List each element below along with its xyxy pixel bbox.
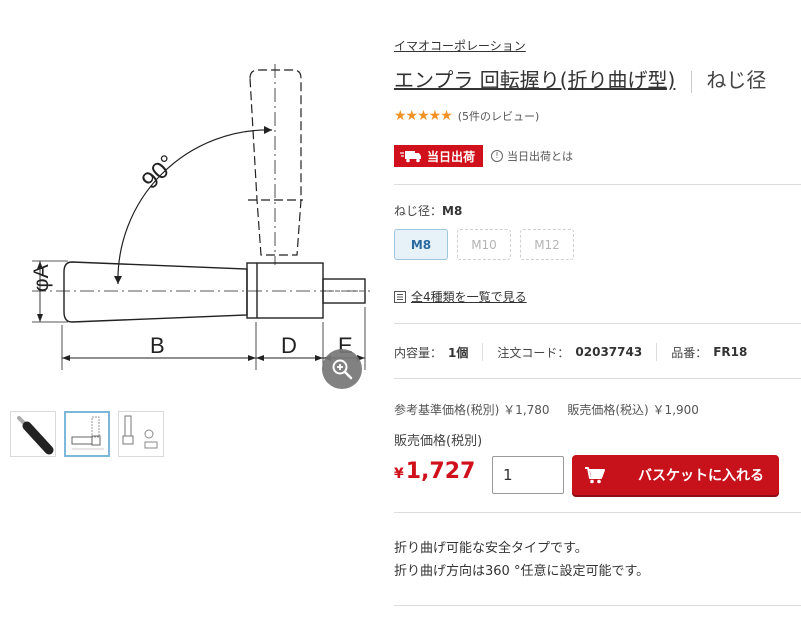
review-count: (5件のレビュー) xyxy=(457,110,540,123)
divider xyxy=(394,184,801,185)
all-types-text: 全4種類を一覧で見る xyxy=(411,290,527,304)
thumbnail-product-photo[interactable] xyxy=(10,411,56,457)
product-description: 折り曲げ可能な安全タイプです。 折り曲げ方向は360 °任意に設定可能です。 xyxy=(394,537,649,583)
size-option-m10[interactable]: M10 xyxy=(457,229,511,260)
shipping-info-link[interactable]: ! 当日出荷とは xyxy=(491,148,573,164)
thumbnail-variant-drawing[interactable] xyxy=(118,411,164,457)
title-row: エンプラ 回転握り(折り曲げ型) ねじ径 xyxy=(394,64,766,93)
shipping-info-text: 当日出荷とは xyxy=(507,150,574,163)
dim-d-label: D xyxy=(281,333,297,358)
price-value: 1,727 xyxy=(405,459,476,484)
price-currency: ¥ xyxy=(394,466,404,482)
reference-price: 参考基準価格(税別) ￥1,780 xyxy=(394,403,550,417)
cart-icon xyxy=(585,467,605,484)
shipping-row: 当日出荷 ! 当日出荷とは xyxy=(394,145,573,167)
content-label: 内容量： xyxy=(394,345,443,360)
size-label: ねじ径：M8 xyxy=(394,204,463,218)
size-current-value: M8 xyxy=(442,204,463,218)
description-line: 折り曲げ方向は360 °任意に設定可能です。 xyxy=(394,564,650,579)
maker-link[interactable]: イマオコーポレーション xyxy=(394,37,526,54)
price: ¥1,727 xyxy=(394,459,475,484)
truck-icon xyxy=(400,150,421,162)
thumbnail-dimension-drawing[interactable] xyxy=(64,411,110,457)
size-options: M8 M10 M12 xyxy=(394,229,574,260)
dim-b-label: B xyxy=(150,333,165,358)
sale-price-label: 販売価格(税別) xyxy=(394,434,483,449)
add-to-basket-label: バスケットに入れる xyxy=(638,468,764,484)
divider xyxy=(394,323,801,324)
part-number-label: 品番： xyxy=(671,345,708,360)
list-icon xyxy=(394,290,406,303)
content-value: 1個 xyxy=(448,345,469,360)
spec-row: 内容量： 1個 注文コード： 02037743 品番： FR18 xyxy=(394,343,747,361)
angle-label: 90° xyxy=(137,150,182,195)
all-types-link[interactable]: 全4種類を一覧で見る xyxy=(394,288,527,305)
thumbnail-strip xyxy=(10,411,164,457)
title-suffix: ねじ径 xyxy=(706,68,767,92)
product-info: イマオコーポレーション エンプラ 回転握り(折り曲げ型) ねじ径 ★★★★★ (5… xyxy=(394,0,801,623)
quantity-input[interactable]: 1 xyxy=(492,456,564,494)
size-option-m8[interactable]: M8 xyxy=(394,229,448,260)
zoom-in-icon xyxy=(332,359,353,380)
shipping-badge-text: 当日出荷 xyxy=(427,149,476,164)
dim-a-label: φA xyxy=(30,264,53,292)
zoom-button[interactable] xyxy=(322,349,362,389)
info-icon: ! xyxy=(491,150,504,162)
size-option-m12[interactable]: M12 xyxy=(520,229,574,260)
same-day-shipping-badge: 当日出荷 xyxy=(394,145,484,167)
product-gallery: 90° φA B D E xyxy=(0,0,380,623)
part-number-value: FR18 xyxy=(713,345,748,359)
title-divider xyxy=(691,70,693,93)
description-line: 折り曲げ可能な安全タイプです。 xyxy=(394,541,588,556)
product-title[interactable]: エンプラ 回転握り(折り曲げ型) xyxy=(394,68,675,92)
star-rating-icon: ★★★★★ xyxy=(394,108,453,124)
tax-included-price: 販売価格(税込) ￥1,900 xyxy=(567,403,699,417)
order-code-value: 02037743 xyxy=(575,345,643,359)
divider xyxy=(394,605,801,606)
divider xyxy=(394,512,801,513)
dimension-drawing: 90° φA B D E xyxy=(30,64,370,370)
add-to-basket-button[interactable]: バスケットに入れる xyxy=(572,455,779,495)
rating[interactable]: ★★★★★ (5件のレビュー) xyxy=(394,108,539,124)
reference-prices: 参考基準価格(税別) ￥1,780 販売価格(税込) ￥1,900 xyxy=(394,401,713,418)
order-code-label: 注文コード： xyxy=(497,345,570,360)
divider xyxy=(394,378,801,379)
